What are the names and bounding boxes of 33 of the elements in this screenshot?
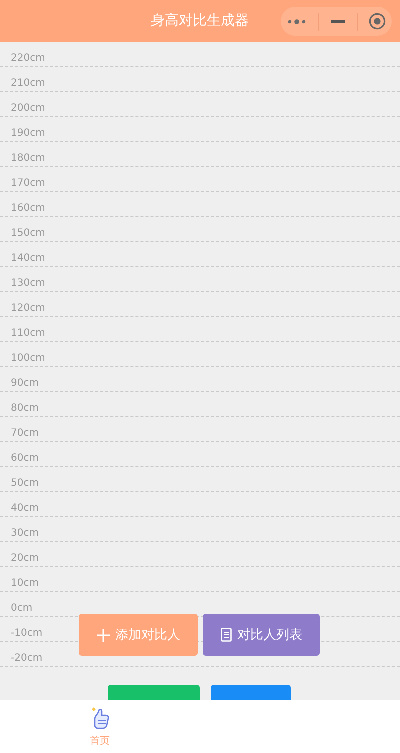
height-mark: 10cm bbox=[11, 578, 39, 590]
height-mark: 150cm bbox=[11, 228, 46, 240]
height-mark: 220cm bbox=[11, 53, 46, 65]
height-mark: 30cm bbox=[11, 528, 39, 540]
height-mark: 90cm bbox=[11, 378, 39, 390]
height-mark: 0cm bbox=[11, 603, 33, 615]
page-title: 身高对比生成器 bbox=[151, 12, 249, 30]
height-mark: -20cm bbox=[11, 653, 43, 665]
height-mark: 70cm bbox=[11, 428, 39, 440]
height-mark: 20cm bbox=[11, 553, 39, 565]
height-mark: 120cm bbox=[11, 303, 46, 315]
height-mark: 190cm bbox=[11, 128, 46, 140]
height-mark: 170cm bbox=[11, 178, 46, 190]
height-mark: 210cm bbox=[11, 78, 46, 90]
height-mark: 180cm bbox=[11, 153, 46, 165]
plus-icon bbox=[96, 628, 110, 642]
height-mark: 130cm bbox=[11, 278, 46, 290]
height-mark: 200cm bbox=[11, 103, 46, 115]
height-mark: 100cm bbox=[11, 353, 46, 365]
height-mark: 160cm bbox=[11, 203, 46, 215]
height-mark: 110cm bbox=[11, 328, 46, 340]
document-icon bbox=[220, 628, 232, 642]
height-mark: 50cm bbox=[11, 478, 39, 490]
height-mark: 60cm bbox=[11, 453, 39, 465]
height-mark: 140cm bbox=[11, 253, 46, 265]
more-icon[interactable] bbox=[286, 18, 307, 24]
list-button[interactable]: 对比人列表 bbox=[203, 614, 320, 656]
close-icon[interactable] bbox=[369, 13, 386, 30]
height-mark: 80cm bbox=[11, 403, 39, 415]
height-mark: -10cm bbox=[11, 628, 43, 640]
add-button[interactable]: 添加对比人 bbox=[79, 614, 198, 656]
minimize-icon[interactable] bbox=[330, 20, 345, 23]
height-mark: 40cm bbox=[11, 503, 39, 515]
